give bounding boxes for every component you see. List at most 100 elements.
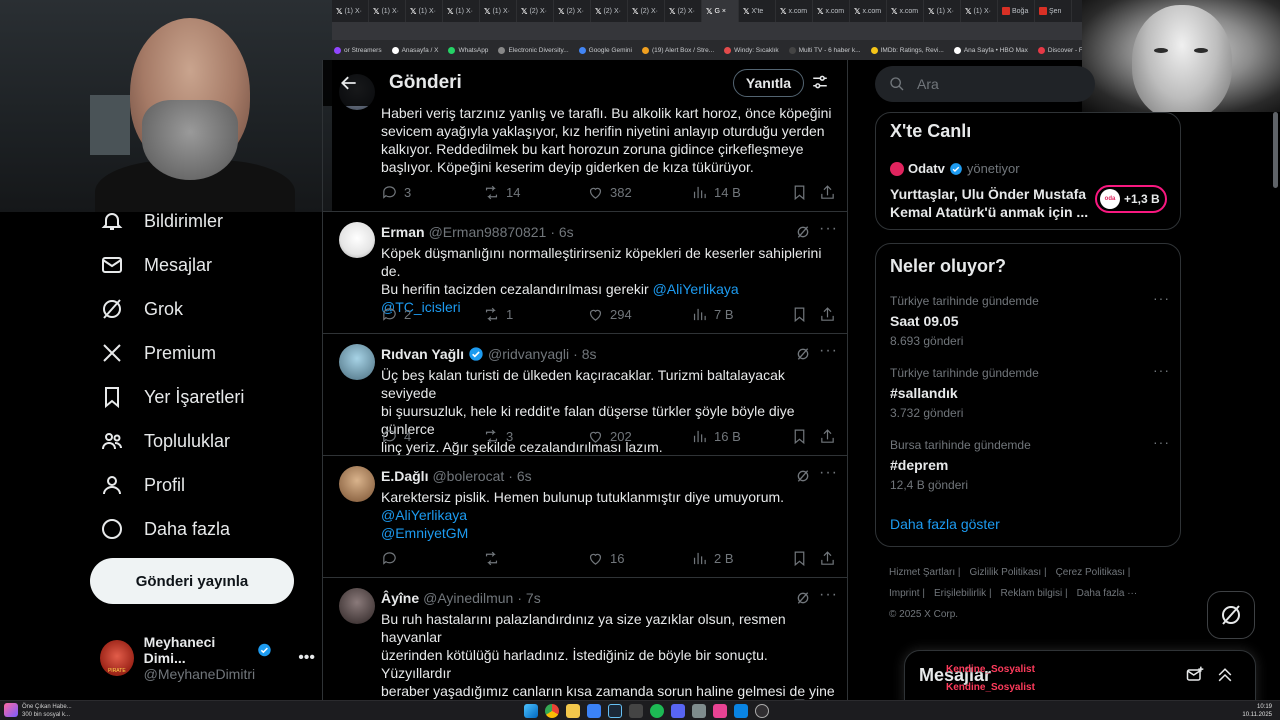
grok-icon[interactable]: [795, 590, 811, 606]
search-input[interactable]: Ara: [875, 66, 1095, 102]
retweet-button[interactable]: 1: [483, 306, 513, 323]
author-handle[interactable]: @Erman98870821: [429, 224, 547, 240]
footer-link[interactable]: Çerez Politikası |: [1056, 567, 1131, 578]
app-icon[interactable]: [713, 704, 727, 718]
reply-button[interactable]: 4: [381, 428, 411, 445]
bookmark-item[interactable]: Discover - Find Top...: [1037, 46, 1082, 54]
start-icon[interactable]: [524, 704, 538, 718]
app-icon[interactable]: [587, 704, 601, 718]
reply-button[interactable]: [381, 550, 404, 567]
bookmark-item[interactable]: Electronic Diversity...: [498, 46, 569, 54]
trend-item[interactable]: Türkiye tarihinde gündemde Saat 09.05 8.69…: [890, 290, 1170, 358]
bookmark-item[interactable]: Multi TV - 6 haber k...: [788, 46, 861, 54]
author-name[interactable]: E.Dağlı: [381, 468, 428, 484]
sidebar-item-topluluklar[interactable]: Topluluklar: [100, 419, 230, 463]
post-button[interactable]: Gönderi yayınla: [90, 558, 294, 604]
retweet-button[interactable]: 3: [483, 428, 513, 445]
like-button[interactable]: 202: [587, 428, 632, 445]
views-button[interactable]: 14 B: [691, 184, 741, 201]
avatar[interactable]: [339, 344, 375, 380]
more-icon[interactable]: ···: [819, 220, 838, 238]
reply-button[interactable]: 2: [381, 306, 411, 323]
browser-tab[interactable]: 𝕏 (2) X·: [554, 0, 591, 22]
share-button[interactable]: [819, 428, 836, 445]
footer-link[interactable]: Daha fazla ···: [1077, 588, 1138, 599]
more-icon[interactable]: •••: [298, 649, 315, 667]
new-message-icon[interactable]: [1185, 665, 1205, 685]
sidebar-item-premium[interactable]: Premium: [100, 331, 216, 375]
grok-icon[interactable]: [795, 468, 811, 484]
grok-icon[interactable]: [795, 224, 811, 240]
avatar[interactable]: [339, 222, 375, 258]
footer-link[interactable]: Gizlilik Politikası |: [970, 567, 1047, 578]
tweet-time[interactable]: · 6s: [550, 224, 573, 240]
views-button[interactable]: 2 B: [691, 550, 734, 567]
like-button[interactable]: 16: [587, 550, 624, 567]
reply-tweet[interactable]: Âyîne @Ayinedilmun · 7s ··· Bu ruh hastaları…: [323, 578, 847, 700]
scrollbar[interactable]: [1273, 112, 1278, 188]
bookmark-item[interactable]: Google Gemini: [578, 46, 632, 54]
app-icon[interactable]: [692, 704, 706, 718]
bookmark-item[interactable]: Windy: Sıcaklık: [724, 46, 779, 54]
avatar[interactable]: [339, 588, 375, 624]
bookmark-item[interactable]: (19) Alert Box / Stre...: [642, 46, 714, 54]
footer-link[interactable]: Reklam bilgisi |: [1001, 588, 1068, 599]
sidebar-item-daha-fazla[interactable]: Daha fazla: [100, 507, 230, 551]
browser-tab[interactable]: Boğa: [998, 0, 1035, 22]
bookmark-item[interactable]: or Streamers: [334, 46, 382, 54]
system-clock[interactable]: 10:19 10.11.2025: [1242, 703, 1272, 719]
more-icon[interactable]: ···: [819, 464, 838, 482]
live-listeners-badge[interactable]: oda +1,3 B: [1095, 185, 1167, 213]
mention-link[interactable]: @AliYerlikaya: [653, 281, 739, 297]
sidebar-item-grok[interactable]: Grok: [100, 287, 183, 331]
back-arrow-icon[interactable]: [339, 73, 359, 93]
mention-link[interactable]: @EmniyetGM: [381, 524, 839, 542]
browser-tab[interactable]: 𝕏 (2) X·: [665, 0, 702, 22]
more-icon[interactable]: ···: [1153, 290, 1170, 306]
reply-tweet[interactable]: Erman @Erman98870821 · 6s ··· Köpek düşmanlı…: [323, 212, 847, 334]
views-button[interactable]: 16 B: [691, 428, 741, 445]
more-icon[interactable]: ···: [1153, 434, 1170, 450]
tweet-time[interactable]: · 6s: [508, 468, 531, 484]
discord-icon[interactable]: [671, 704, 685, 718]
share-button[interactable]: [819, 184, 836, 201]
address-bar[interactable]: [332, 22, 1082, 40]
folder-icon[interactable]: [566, 704, 580, 718]
chevron-up-icon[interactable]: [1215, 665, 1235, 685]
retweet-button[interactable]: 14: [483, 184, 520, 201]
bookmark-button[interactable]: [791, 550, 808, 567]
bookmark-item[interactable]: Anasayfa / X: [391, 46, 438, 54]
app-icon[interactable]: [734, 704, 748, 718]
obs-icon[interactable]: [755, 704, 769, 718]
trend-item[interactable]: Türkiye tarihinde gündemde #sallandık 3.73…: [890, 362, 1170, 430]
reply-tweet[interactable]: Haberi veriş tarzınız yanlış ve taraflı.…: [323, 74, 847, 212]
share-button[interactable]: [819, 550, 836, 567]
tweet-time[interactable]: · 8s: [573, 346, 596, 362]
footer-link[interactable]: Hizmet Şartları |: [889, 567, 961, 578]
avatar[interactable]: [339, 466, 375, 502]
sliders-icon[interactable]: [811, 73, 829, 91]
bookmark-item[interactable]: Ana Sayfa • HBO Max: [953, 46, 1028, 54]
account-switcher[interactable]: Meyhaneci Dimi... @MeyhaneDimitri •••: [100, 634, 315, 682]
author-handle[interactable]: @Ayinedilmun: [423, 590, 513, 606]
like-button[interactable]: 382: [587, 184, 632, 201]
tweet-time[interactable]: · 7s: [517, 590, 540, 606]
browser-tab[interactable]: 𝕏 (1) X·: [480, 0, 517, 22]
sidebar-item-yer-i-aretleri[interactable]: Yer İşaretleri: [100, 375, 244, 419]
sidebar-item-bildirimler[interactable]: Bildirimler: [100, 199, 223, 243]
bookmark-button[interactable]: [791, 428, 808, 445]
live-headline[interactable]: Yurttaşlar, Ulu Önder Mustafa Kemal Atat…: [890, 185, 1088, 221]
browser-tab[interactable]: 𝕏 (2) X·: [517, 0, 554, 22]
reply-tweet[interactable]: Rıdvan Yağlı @ridvanyagli · 8s ··· Üç beş ka…: [323, 334, 847, 456]
browser-tab[interactable]: 𝕏 (2) X·: [628, 0, 665, 22]
browser-tab[interactable]: 𝕏x.com: [887, 0, 924, 22]
reply-button[interactable]: 3: [381, 184, 411, 201]
sidebar-item-mesajlar[interactable]: Mesajlar: [100, 243, 212, 287]
grok-icon[interactable]: [795, 346, 811, 362]
messages-drawer[interactable]: Mesajlar: [904, 650, 1256, 706]
browser-tab[interactable]: 𝕏x.com: [813, 0, 850, 22]
browser-tab[interactable]: 𝕏 X'te: [739, 0, 776, 22]
bookmark-button[interactable]: [791, 184, 808, 201]
reply-tweet[interactable]: E.Dağlı @bolerocat · 6s ··· Karektersiz pisl…: [323, 456, 847, 578]
more-icon[interactable]: ···: [1153, 362, 1170, 378]
